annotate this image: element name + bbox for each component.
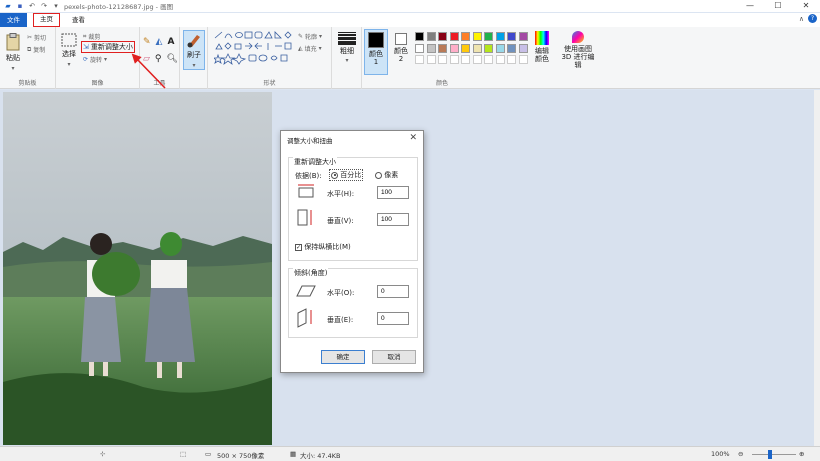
vertical-skew-icon [297, 308, 312, 328]
skew-vertical-input[interactable] [377, 312, 409, 325]
horizontal-skew-icon [296, 285, 316, 297]
ok-button[interactable]: 确定 [321, 350, 365, 364]
vertical-resize-icon [297, 209, 312, 226]
file-size-icon: ▦ [290, 450, 297, 458]
resize-fieldset: 重新调整大小 依据(B): 百分比 像素 水平(H): 垂直(V): ✓ 保持纵… [288, 157, 418, 261]
percent-label: 百分比 [340, 171, 362, 179]
dialog-title: 调整大小和扭曲 [287, 137, 333, 145]
cursor-position-icon: ⊹ [100, 450, 106, 458]
zoom-level: 100% [711, 450, 730, 458]
image-dimensions-icon: ▭ [205, 450, 212, 458]
skew-horizontal-label: 水平(O): [327, 289, 355, 297]
horizontal-resize-icon [298, 184, 314, 198]
status-bar: ⊹ ⬚ ▭ 500 × 750像素 ▦ 大小: 47.4KB 100% ⊖ ⊕ [0, 446, 820, 461]
percent-radio[interactable]: 百分比 [329, 169, 364, 181]
skew-fieldset: 倾斜(角度) 水平(O): 垂直(E): [288, 268, 418, 338]
keep-ratio-checkbox[interactable]: ✓ 保持纵横比(M) [295, 242, 351, 252]
pixels-radio-dot [375, 171, 382, 179]
cancel-button[interactable]: 取消 [372, 350, 416, 364]
vertical-scrollbar[interactable] [814, 90, 820, 446]
horizontal-label: 水平(H): [327, 190, 355, 198]
zoom-in-icon[interactable]: ⊕ [799, 450, 804, 458]
photo-illustration [3, 92, 272, 445]
vertical-label: 垂直(V): [327, 217, 354, 225]
zoom-slider-thumb[interactable] [768, 450, 772, 459]
dialog-close-icon[interactable]: ✕ [409, 133, 417, 143]
zoom-slider-track[interactable] [752, 454, 796, 455]
skew-vertical-label: 垂直(E): [327, 316, 354, 324]
image-dimensions: 500 × 750像素 [217, 452, 265, 460]
selection-size-icon: ⬚ [180, 450, 187, 458]
percent-radio-dot [331, 171, 338, 179]
zoom-out-icon[interactable]: ⊖ [738, 450, 743, 458]
skew-horizontal-input[interactable] [377, 285, 409, 298]
canvas-image[interactable] [3, 92, 272, 445]
resize-skew-dialog: 调整大小和扭曲 ✕ 重新调整大小 依据(B): 百分比 像素 水平(H): 垂直… [280, 130, 424, 373]
by-label: 依据(B): [295, 172, 322, 180]
pixels-radio[interactable]: 像素 [375, 170, 398, 180]
horizontal-input[interactable] [377, 186, 409, 199]
file-size: 大小: 47.4KB [300, 452, 341, 460]
vertical-input[interactable] [377, 213, 409, 226]
skew-group-label: 倾斜(角度) [293, 268, 329, 278]
pixels-label: 像素 [384, 171, 399, 179]
keep-ratio-label: 保持纵横比(M) [304, 243, 351, 251]
resize-group-label: 重新调整大小 [293, 157, 337, 167]
keep-ratio-check-icon: ✓ [295, 243, 302, 251]
